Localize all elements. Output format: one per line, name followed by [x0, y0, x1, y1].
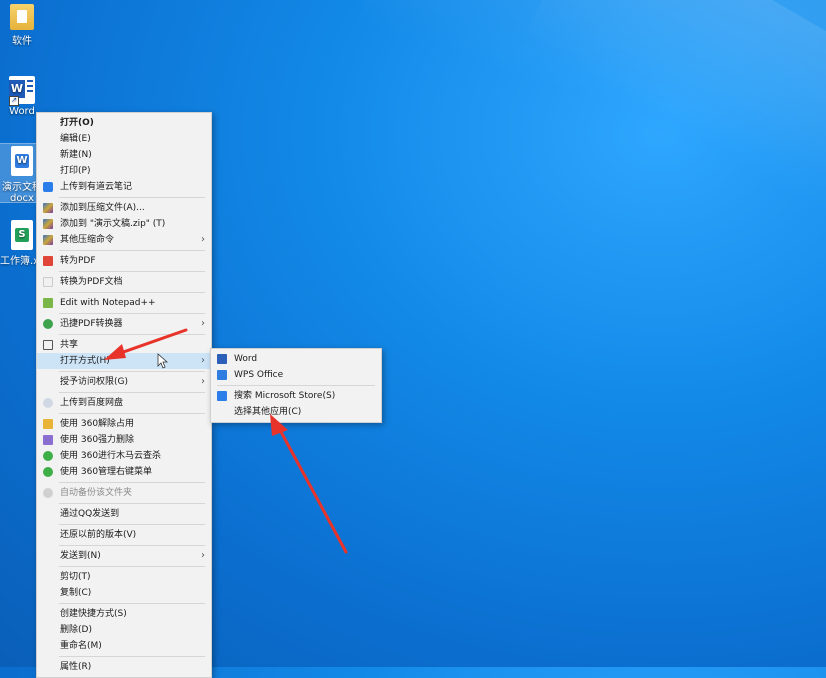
chevron-right-icon: › [201, 376, 205, 387]
360-menu-icon [43, 467, 53, 477]
menu-item-convert-pdf[interactable]: 转换为PDF文档 [37, 274, 211, 290]
menu-separator [59, 656, 205, 657]
menu-item-360-manage-menu[interactable]: 使用 360管理右键菜单 [37, 464, 211, 480]
menu-item-open-with[interactable]: 打开方式(H) › [37, 353, 211, 369]
winrar-icon [43, 219, 53, 229]
youdao-note-icon [43, 182, 53, 192]
menu-item-notepadpp[interactable]: Edit with Notepad++ [37, 295, 211, 311]
menu-item-new[interactable]: 新建(N) [37, 147, 211, 163]
winrar-icon [43, 203, 53, 213]
menu-item-360-unlock[interactable]: 使用 360解除占用 [37, 416, 211, 432]
menu-separator [59, 566, 205, 567]
menu-item-create-shortcut[interactable]: 创建快捷方式(S) [37, 606, 211, 622]
menu-item-rename[interactable]: 重命名(M) [37, 638, 211, 654]
baidu-netdisk-icon [43, 398, 53, 408]
chevron-right-icon: › [201, 355, 205, 366]
menu-item-cut[interactable]: 剪切(T) [37, 569, 211, 585]
docx-file-icon: W [11, 146, 33, 176]
desktop-icon-software[interactable]: 软件 [0, 4, 44, 47]
menu-separator [59, 371, 205, 372]
360-scan-icon [43, 451, 53, 461]
menu-item-print[interactable]: 打印(P) [37, 163, 211, 179]
chevron-right-icon: › [201, 234, 205, 245]
menu-item-qq-send[interactable]: 通过QQ发送到 [37, 506, 211, 522]
backup-icon [43, 488, 53, 498]
wps-office-icon [217, 370, 227, 380]
pdf-icon [43, 256, 53, 266]
menu-item-xunjie-pdf[interactable]: 迅捷PDF转换器 › [37, 316, 211, 332]
menu-item-properties[interactable]: 属性(R) [37, 659, 211, 675]
chevron-right-icon: › [201, 550, 205, 561]
desktop-icon-word[interactable]: W ↗ Word [0, 76, 44, 117]
open-with-choose-other[interactable]: 选择其他应用(C) [211, 404, 381, 420]
menu-item-send-to[interactable]: 发送到(N) › [37, 548, 211, 564]
menu-item-other-compress[interactable]: 其他压缩命令 › [37, 232, 211, 248]
menu-separator [59, 271, 205, 272]
menu-item-grant-access[interactable]: 授予访问权限(G) › [37, 374, 211, 390]
menu-separator [59, 503, 205, 504]
menu-separator [59, 197, 205, 198]
menu-separator [59, 392, 205, 393]
xlsx-file-icon: S [11, 220, 33, 250]
menu-item-copy[interactable]: 复制(C) [37, 585, 211, 601]
menu-separator [59, 603, 205, 604]
word-shortcut-icon: W ↗ [9, 76, 35, 106]
context-menu: 打开(O) 编辑(E) 新建(N) 打印(P) 上传到有道云笔记 添加到压缩文件… [36, 112, 212, 678]
notepadpp-icon [43, 298, 53, 308]
wallpaper-light-beam [356, 0, 826, 242]
menu-item-youdao[interactable]: 上传到有道云笔记 [37, 179, 211, 195]
wallpaper-light-beam [520, 0, 826, 340]
open-with-store[interactable]: 搜索 Microsoft Store(S) [211, 388, 381, 404]
desktop-icon-label: 软件 [12, 36, 32, 47]
menu-separator [59, 482, 205, 483]
menu-separator [59, 334, 205, 335]
open-with-submenu: Word WPS Office 搜索 Microsoft Store(S) 选择… [210, 348, 382, 423]
360-unlock-icon [43, 419, 53, 429]
microsoft-store-icon [217, 391, 227, 401]
menu-item-360-force-delete[interactable]: 使用 360强力删除 [37, 432, 211, 448]
menu-separator [217, 385, 375, 386]
menu-item-add-zip[interactable]: 添加到 "演示文稿.zip" (T) [37, 216, 211, 232]
winrar-icon [43, 235, 53, 245]
open-with-wps[interactable]: WPS Office [211, 367, 381, 383]
share-icon [43, 340, 53, 350]
xunjie-pdf-icon [43, 319, 53, 329]
menu-item-baidu-upload[interactable]: 上传到百度网盘 [37, 395, 211, 411]
pdf-convert-icon [43, 277, 53, 287]
menu-item-edit[interactable]: 编辑(E) [37, 131, 211, 147]
open-with-word[interactable]: Word [211, 351, 381, 367]
menu-item-open[interactable]: 打开(O) [37, 115, 211, 131]
chevron-right-icon: › [201, 318, 205, 329]
menu-separator [59, 292, 205, 293]
menu-item-add-archive[interactable]: 添加到压缩文件(A)... [37, 200, 211, 216]
word-app-icon [217, 354, 227, 364]
menu-separator [59, 545, 205, 546]
menu-item-delete[interactable]: 删除(D) [37, 622, 211, 638]
menu-separator [59, 250, 205, 251]
red-arrow-annotation [278, 428, 348, 554]
menu-separator [59, 413, 205, 414]
menu-item-share[interactable]: 共享 [37, 337, 211, 353]
menu-item-360-trojan-scan[interactable]: 使用 360进行木马云查杀 [37, 448, 211, 464]
360-delete-icon [43, 435, 53, 445]
menu-item-restore-versions[interactable]: 还原以前的版本(V) [37, 527, 211, 543]
menu-item-auto-backup[interactable]: 自动备份该文件夹 [37, 485, 211, 501]
menu-item-to-pdf[interactable]: 转为PDF [37, 253, 211, 269]
folder-icon [10, 4, 34, 30]
menu-separator [59, 524, 205, 525]
menu-separator [59, 313, 205, 314]
